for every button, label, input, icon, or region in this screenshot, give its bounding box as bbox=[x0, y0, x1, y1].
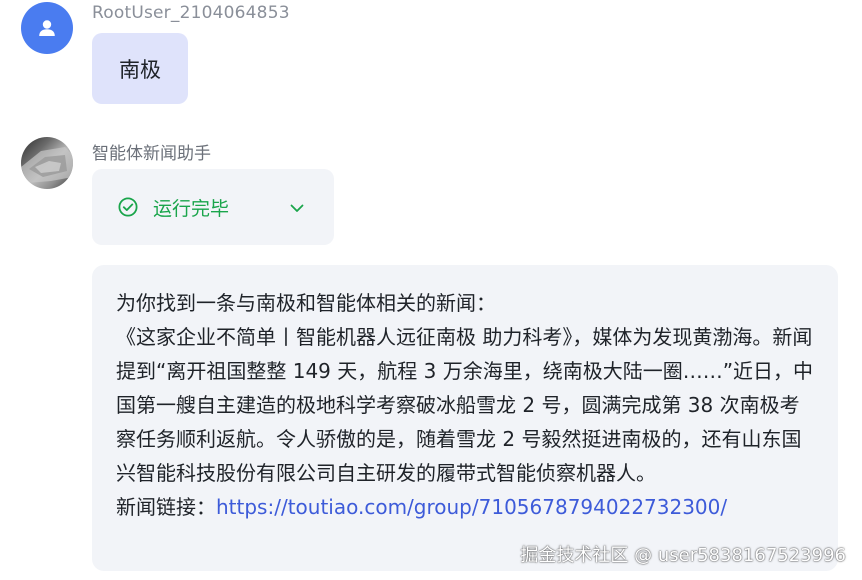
bot-avatar-image bbox=[21, 147, 73, 183]
user-message-text: 南极 bbox=[119, 57, 161, 82]
check-circle-icon bbox=[118, 197, 138, 217]
chevron-down-icon[interactable] bbox=[288, 199, 306, 217]
watermark: 掘金技术社区 @ user5838167523996 bbox=[520, 545, 846, 566]
run-status-card[interactable]: 运行完毕 bbox=[92, 169, 334, 245]
answer-link-line: 新闻链接：https://toutiao.com/group/710567879… bbox=[116, 490, 814, 524]
answer-intro: 为你找到一条与南极和智能体相关的新闻： bbox=[116, 291, 496, 315]
user-avatar bbox=[21, 2, 73, 54]
run-status-text: 运行完毕 bbox=[153, 198, 230, 220]
bot-answer-card: 为你找到一条与南极和智能体相关的新闻： 《这家企业不简单丨智能机器人远征南极 助… bbox=[92, 265, 838, 571]
answer-body: 《这家企业不简单丨智能机器人远征南极 助力科考》，媒体为发现黄渤海。新闻提到“离… bbox=[116, 325, 814, 485]
news-link[interactable]: https://toutiao.com/group/71056787940227… bbox=[216, 495, 727, 519]
bot-name: 智能体新闻助手 bbox=[92, 144, 211, 164]
bot-avatar bbox=[21, 137, 73, 189]
user-message-bubble: 南极 bbox=[92, 33, 188, 104]
person-icon bbox=[39, 20, 55, 36]
link-label: 新闻链接： bbox=[116, 495, 216, 519]
username: RootUser_2104064853 bbox=[92, 3, 290, 23]
